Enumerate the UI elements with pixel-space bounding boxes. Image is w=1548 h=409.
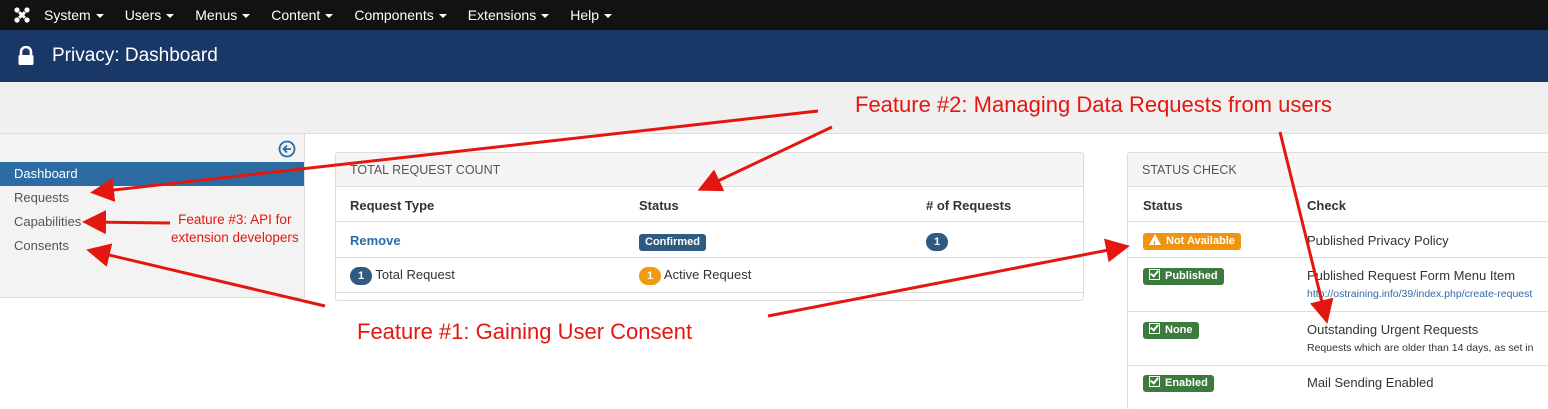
divider (336, 257, 1083, 258)
nav-system[interactable]: System (44, 7, 104, 23)
checkbox-checked-icon (1149, 376, 1160, 387)
status-badge: Not Available (1143, 232, 1241, 253)
active-request-summary: 1 Active Request (639, 267, 751, 285)
divider (1128, 221, 1548, 222)
divider (336, 292, 1083, 293)
checkbox-checked-icon (1149, 269, 1160, 280)
warning-icon (1149, 234, 1161, 253)
lock-icon (18, 46, 34, 65)
status-badge: Published (1143, 267, 1224, 285)
top-navbar: System Users Menus Content Components Ex… (0, 0, 1548, 30)
divider (1128, 365, 1548, 366)
page-title: Privacy: Dashboard (52, 45, 218, 66)
total-count-badge: 1 (350, 267, 372, 285)
column-header: Check (1307, 198, 1347, 213)
divider (336, 221, 1083, 222)
total-request-panel: TOTAL REQUEST COUNT Request Type Status … (335, 152, 1084, 301)
check-description: Requests which are older than 14 days, a… (1307, 342, 1534, 354)
caret-down-icon (541, 13, 550, 18)
status-check-panel: STATUS CHECK Status Check Not Available … (1127, 152, 1548, 409)
check-label: Mail Sending Enabled (1307, 375, 1434, 390)
table-row: Remove (350, 233, 401, 248)
divider (1128, 311, 1548, 312)
caret-down-icon (242, 13, 251, 18)
caret-down-icon (95, 13, 104, 18)
check-label: Published Request Form Menu Item (1307, 268, 1516, 283)
checkbox-checked-icon (1149, 323, 1160, 334)
active-count-badge: 1 (639, 267, 661, 285)
title-bar: Privacy: Dashboard (0, 30, 1548, 82)
column-header: Request Type (350, 198, 435, 213)
annotation-feature-3: Feature #3: API for extension developers (171, 212, 299, 245)
request-count-badge: 1 (926, 233, 948, 251)
annotation-feature-1: Feature #1: Gaining User Consent (357, 319, 693, 344)
status-badge: None (1143, 321, 1199, 339)
request-form-link[interactable]: http://ostraining.info/39/index.php/crea… (1307, 288, 1532, 300)
caret-down-icon (438, 13, 447, 18)
annotation-feature-2: Feature #2: Managing Data Requests from … (855, 92, 1332, 117)
request-type-link[interactable]: Remove (350, 233, 401, 248)
nav-users[interactable]: Users (125, 7, 175, 23)
total-request-summary: 1 Total Request (350, 267, 455, 285)
joomla-logo-icon[interactable] (0, 0, 44, 30)
nav-extensions[interactable]: Extensions (468, 7, 550, 23)
status-badge: Enabled (1143, 374, 1214, 392)
caret-down-icon (166, 13, 175, 18)
column-header: Status (639, 198, 679, 213)
check-label: Outstanding Urgent Requests (1307, 322, 1479, 337)
nav-content[interactable]: Content (271, 7, 334, 23)
caret-down-icon (325, 13, 334, 18)
nav-menus[interactable]: Menus (195, 7, 251, 23)
column-header: # of Requests (926, 198, 1012, 213)
nav-components[interactable]: Components (354, 7, 447, 23)
caret-down-icon (604, 13, 612, 18)
status-badge: Confirmed (639, 233, 706, 251)
column-header: Status (1143, 198, 1183, 213)
panel-heading: TOTAL REQUEST COUNT (336, 153, 1083, 187)
nav-help[interactable]: Help (570, 7, 612, 23)
sidebar-item-requests[interactable]: Requests (0, 186, 304, 210)
collapse-sidebar-icon[interactable] (278, 140, 296, 158)
check-label: Published Privacy Policy (1307, 233, 1449, 248)
sidebar-item-dashboard[interactable]: Dashboard (0, 162, 304, 186)
panel-heading: STATUS CHECK (1128, 153, 1548, 187)
divider (1128, 257, 1548, 258)
